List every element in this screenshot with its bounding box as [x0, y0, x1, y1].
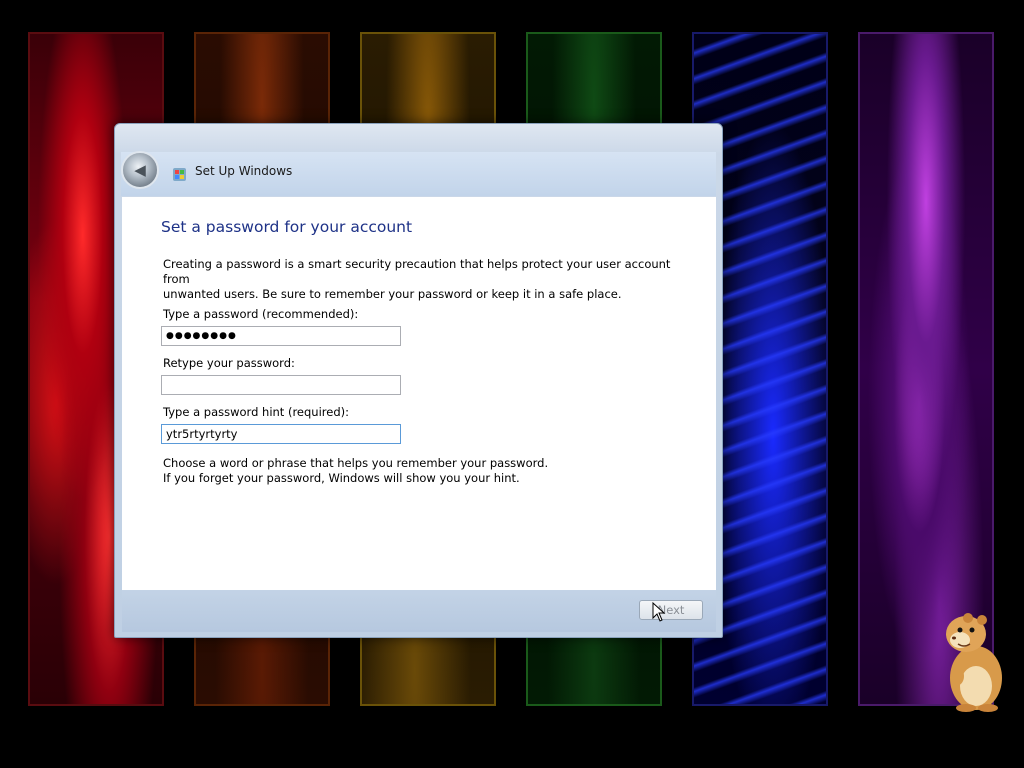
- description-line-1: Creating a password is a smart security …: [163, 257, 671, 286]
- back-button[interactable]: ◀: [121, 151, 159, 189]
- help-line-2: If you forget your password, Windows wil…: [163, 471, 520, 485]
- next-button[interactable]: Next: [639, 600, 703, 620]
- hint-help-text: Choose a word or phrase that helps you r…: [163, 456, 683, 486]
- password-hint-label: Type a password hint (required):: [163, 405, 349, 419]
- back-arrow-icon: ◀: [134, 161, 146, 179]
- password-field[interactable]: [161, 326, 401, 346]
- retype-password-field[interactable]: [161, 375, 401, 395]
- window-title: Set Up Windows: [195, 164, 293, 178]
- help-line-1: Choose a word or phrase that helps you r…: [163, 456, 549, 470]
- password-label: Type a password (recommended):: [163, 307, 359, 321]
- content-area: Set a password for your account Creating…: [122, 197, 716, 590]
- mouse-pointer-icon: [652, 602, 666, 622]
- page-title: Set a password for your account: [161, 218, 413, 236]
- setup-dialog: ◀ Set Up Windows Set a password for your…: [114, 123, 723, 638]
- dialog-footer: Next: [122, 590, 716, 632]
- windows-setup-icon: [173, 168, 186, 181]
- wallpaper-panel-purple: [858, 32, 994, 706]
- page-description: Creating a password is a smart security …: [163, 257, 683, 302]
- retype-password-label: Retype your password:: [163, 356, 295, 370]
- hamster-mascot-image: [946, 613, 1002, 712]
- password-hint-field[interactable]: [161, 424, 401, 444]
- description-line-2: unwanted users. Be sure to remember your…: [163, 287, 622, 301]
